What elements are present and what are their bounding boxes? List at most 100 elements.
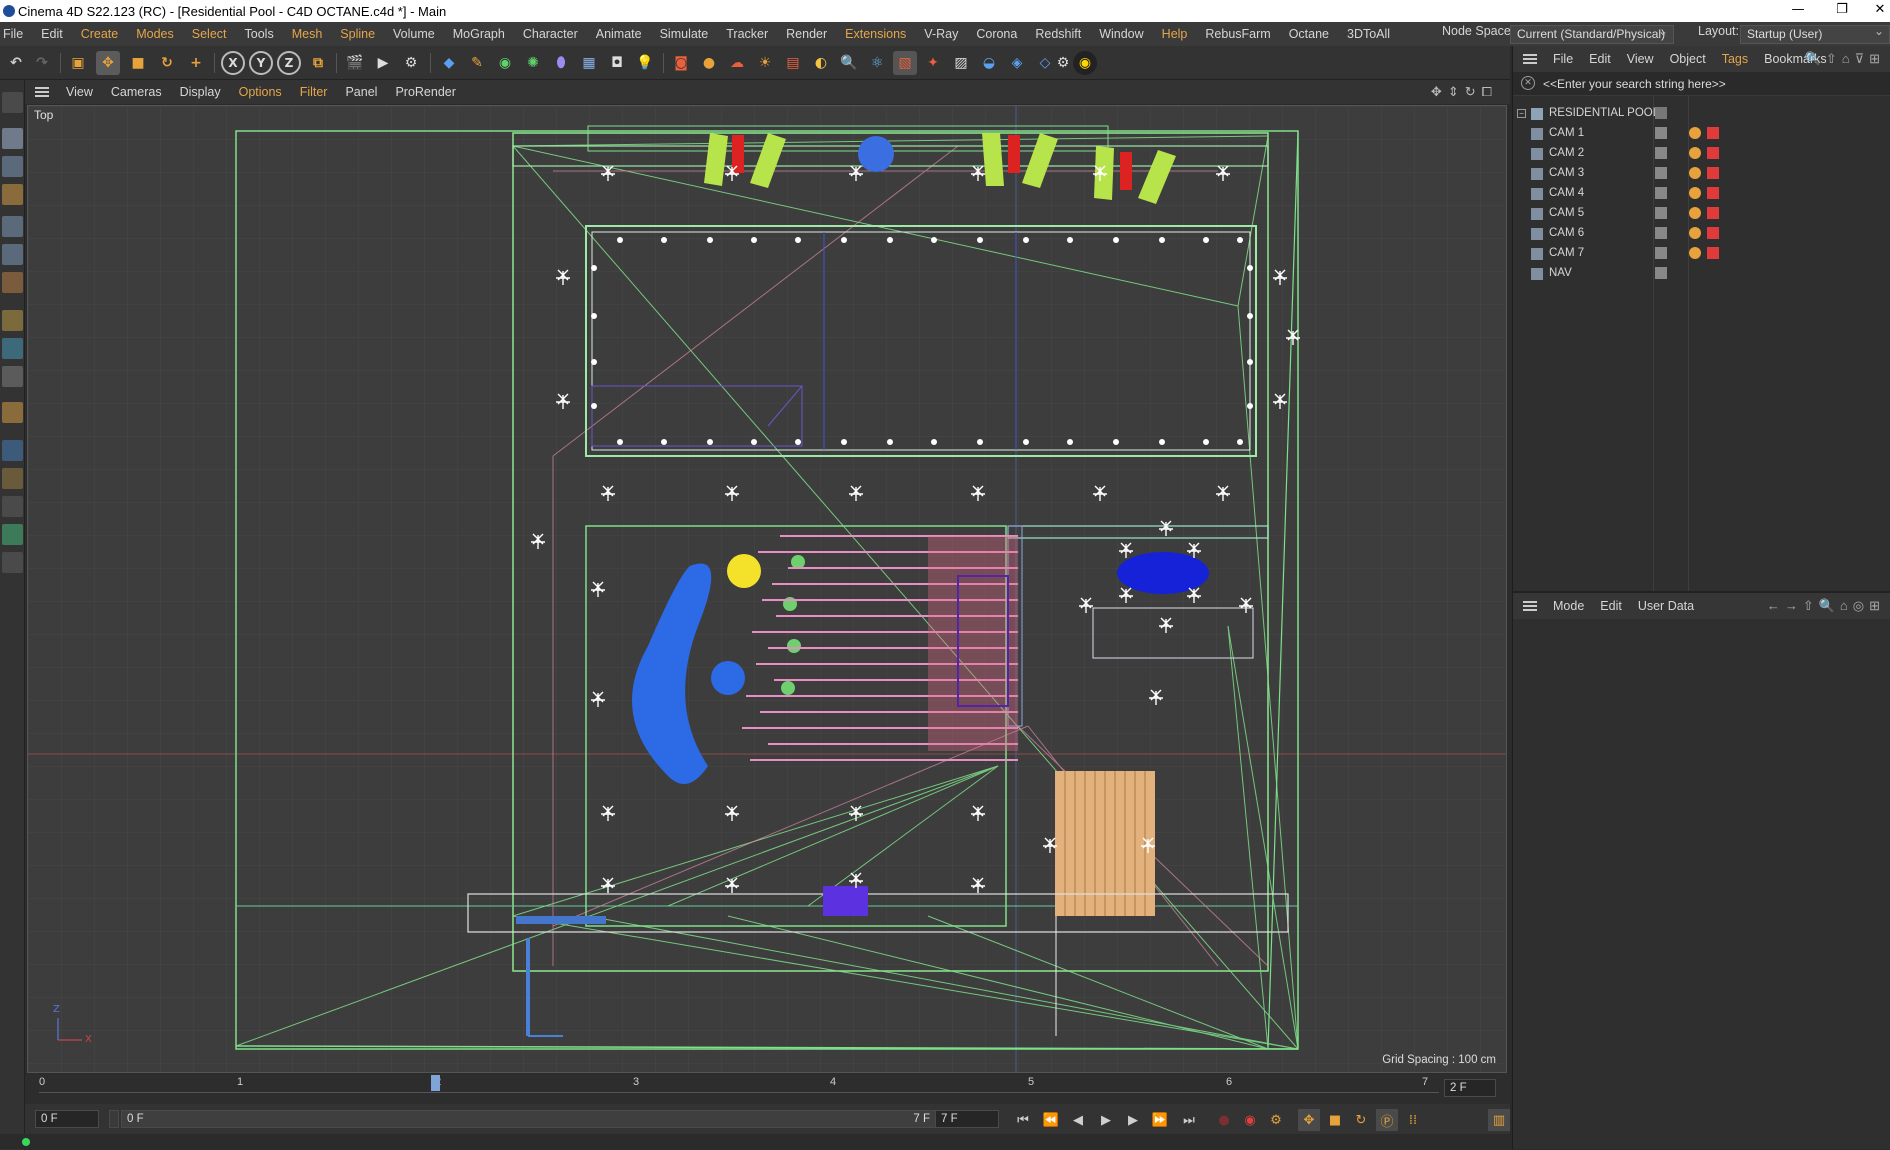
tweak-mode-icon[interactable] [2,338,23,359]
octane-camera-tag-icon[interactable] [1707,247,1719,259]
attribute-manager-menu-icon[interactable] [1523,601,1537,611]
layer-check-icon[interactable] [1655,127,1667,139]
redo-icon[interactable]: ↷ [30,51,54,75]
camera-icon[interactable]: ◘ [605,51,629,75]
sculpt-icon[interactable] [2,552,23,573]
layer-check-icon[interactable] [1655,207,1667,219]
octane-camera-tag-icon[interactable] [1707,147,1719,159]
menu-window[interactable]: Window [1090,27,1152,41]
coordinate-system-icon[interactable]: ⧉ [306,51,330,75]
timeline-end-field[interactable]: 2 F [1444,1079,1496,1097]
obj-menu-view[interactable]: View [1619,52,1662,66]
object-row-cam4[interactable]: CAM 4 [1513,184,1890,204]
keyframe-selection-icon[interactable]: ⚙ [1265,1109,1287,1131]
layer-check-icon[interactable] [1655,247,1667,259]
object-row-cam2[interactable]: CAM 2 [1513,144,1890,164]
octane-camera-tag-icon[interactable] [1707,187,1719,199]
octane-scatter-icon[interactable]: ⚛ [865,51,889,75]
current-frame-field[interactable]: 0 F [35,1110,99,1128]
floor-icon[interactable]: ▦ [577,51,601,75]
menu-mesh[interactable]: Mesh [283,27,332,41]
menu-simulate[interactable]: Simulate [651,27,718,41]
collapse-toggle-icon[interactable]: − [1517,109,1526,118]
menu-mograph[interactable]: MoGraph [444,27,514,41]
octane-object-tag-icon[interactable]: ◒ [977,51,1001,75]
autokey-icon[interactable]: ◉ [1239,1109,1261,1131]
play-icon[interactable]: ▶ [1095,1109,1117,1131]
viewport-menu-panel[interactable]: Panel [336,85,386,99]
close-button[interactable]: ✕ [1862,0,1890,22]
octane-sphere-icon[interactable]: ◈ [1005,51,1029,75]
render-view-icon[interactable]: 🎬 [343,51,367,75]
scale-tool-icon[interactable]: ■ [126,51,150,75]
object-row-cam3[interactable]: CAM 3 [1513,164,1890,184]
render-settings-icon[interactable]: ⚙ [399,51,423,75]
cube-icon[interactable]: ◆ [437,51,461,75]
object-manager-menu-icon[interactable] [1523,54,1537,64]
octane-camera-tag-icon[interactable] [1707,127,1719,139]
menu-octane[interactable]: Octane [1280,27,1338,41]
octane-sun-icon[interactable]: ☀ [753,51,777,75]
octane-camera-tag-icon[interactable] [1707,227,1719,239]
menu-volume[interactable]: Volume [384,27,444,41]
texture-mode-icon[interactable] [2,156,23,177]
menu-modes[interactable]: Modes [127,27,183,41]
octane-material-icon[interactable]: ◐ [809,51,833,75]
subdivision-icon[interactable]: ◉ [493,51,517,75]
gear-icon[interactable]: ⚙ [1051,51,1075,75]
polygons-mode-icon[interactable] [2,272,23,293]
menu-help[interactable]: Help [1153,27,1197,41]
obj-menu-tags[interactable]: Tags [1714,52,1756,66]
menu-file[interactable]: File [0,27,32,41]
layer-check-icon[interactable] [1655,167,1667,179]
axis-mode-icon[interactable] [2,310,23,331]
object-search-input[interactable] [1543,75,1873,93]
live-viewer-icon[interactable]: 🔍 [837,51,861,75]
clear-search-icon[interactable]: ✕ [1521,76,1535,90]
key-parameter-icon[interactable]: Ⓟ [1376,1109,1398,1131]
protection-tag-icon[interactable] [1689,187,1701,199]
undo-icon[interactable]: ↶ [4,51,28,75]
playhead-marker[interactable] [431,1075,440,1091]
attr-menu-edit[interactable]: Edit [1592,599,1630,613]
viewport-menu-view[interactable]: View [57,85,102,99]
menu-3dtoall[interactable]: 3DToAll [1338,27,1399,41]
octane-settings-icon[interactable]: ✦ [921,51,945,75]
pen-spline-icon[interactable]: ✎ [465,51,489,75]
points-mode-icon[interactable] [2,216,23,237]
axis-y-lock-button[interactable]: Y [249,51,273,75]
octane-render-icon[interactable]: ▧ [893,51,917,75]
object-row-cam5[interactable]: CAM 5 [1513,204,1890,224]
octane-area-light-icon[interactable]: ▤ [781,51,805,75]
layout-dropdown[interactable]: Startup (User) [1740,23,1890,44]
timeline-ruler[interactable]: 0 1 2 3 4 5 6 7 2 F [25,1074,1510,1104]
record-keys-icon[interactable]: ● [1213,1109,1235,1131]
object-row-cam6[interactable]: CAM 6 [1513,224,1890,244]
octane-texture-icon[interactable]: ▨ [949,51,973,75]
model-mode-icon[interactable] [2,128,23,149]
octane-logo-icon[interactable]: ◉ [1073,51,1097,75]
menu-edit[interactable]: Edit [32,27,72,41]
light-icon[interactable]: 💡 [633,51,657,75]
deformer-icon[interactable]: ⬮ [549,51,573,75]
timeline-layout-icon[interactable]: ▥ [1488,1109,1510,1131]
protection-tag-icon[interactable] [1689,207,1701,219]
object-row-nav[interactable]: NAV [1513,264,1890,284]
protection-tag-icon[interactable] [1689,167,1701,179]
add-object-icon[interactable]: + [184,51,208,75]
menu-extensions[interactable]: Extensions [836,27,915,41]
node-space-dropdown[interactable]: Current (Standard/Physical) [1510,23,1674,44]
attr-menu-user-data[interactable]: User Data [1630,599,1702,613]
protection-tag-icon[interactable] [1689,227,1701,239]
menu-rebusfarm[interactable]: RebusFarm [1196,27,1279,41]
solo-icon[interactable] [2,468,23,489]
attr-nav-icons[interactable]: ←→⇧🔍⌂◎⊞ [1767,598,1885,614]
make-editable-icon[interactable] [2,92,23,113]
max-frame-field[interactable]: 7 F [935,1110,999,1128]
enable-snap-icon[interactable] [2,402,23,423]
layer-check-icon[interactable] [1655,267,1667,279]
snap-icon[interactable] [2,366,23,387]
menu-create[interactable]: Create [72,27,128,41]
object-row-root[interactable]: − RESIDENTIAL POOL [1513,104,1890,124]
attr-menu-mode[interactable]: Mode [1545,599,1592,613]
